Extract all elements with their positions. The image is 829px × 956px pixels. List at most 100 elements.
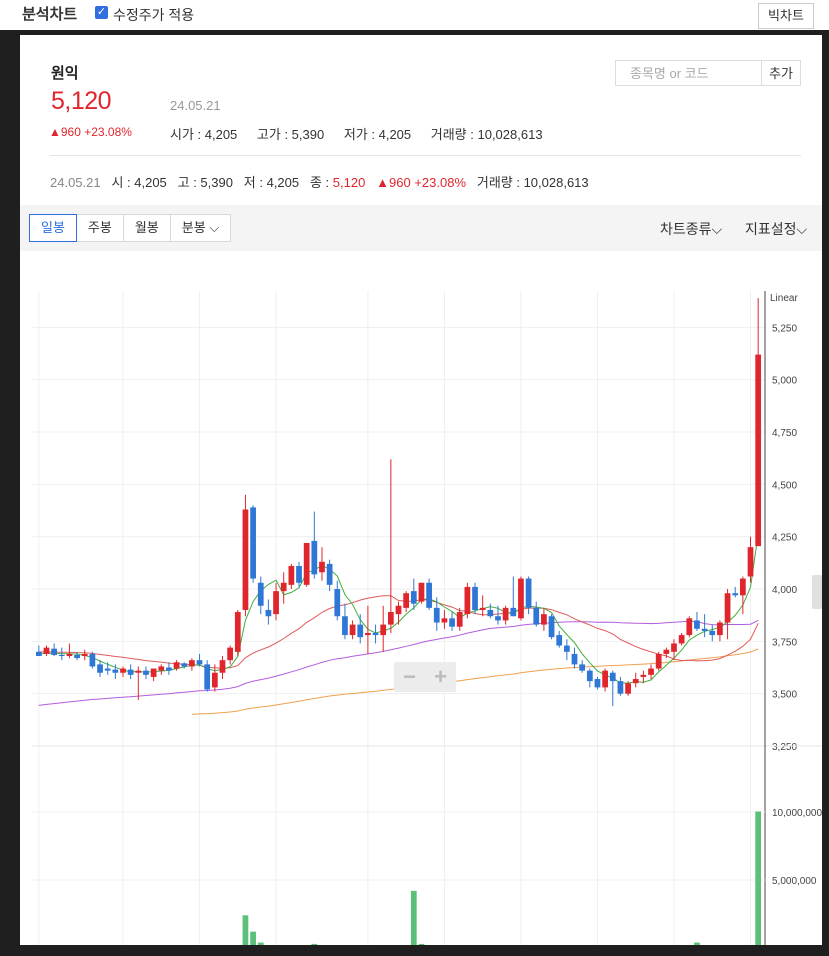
candle-body (602, 670, 608, 688)
candle-body (495, 616, 501, 621)
candle-body (234, 612, 241, 652)
candle-body (326, 563, 333, 585)
candle-body (120, 668, 126, 673)
chevron-down-icon: ⌵ (209, 220, 220, 235)
indicator-settings-dropdown[interactable]: 지표설정⌵ (745, 219, 807, 239)
trade-volume: 거래량 : 10,028,613 (430, 127, 543, 142)
add-stock-button[interactable]: 추가 (761, 60, 801, 86)
adjusted-price-checkbox[interactable]: ✓ (95, 6, 108, 19)
candle-body (709, 630, 716, 636)
candle-body (280, 582, 287, 592)
price-tick-label: 4,250 (772, 533, 797, 544)
period-tabs: 일봉 주봉 월봉 분봉 ⌵ (29, 214, 232, 242)
candle-body (319, 561, 325, 573)
stock-name: 원익 (51, 65, 79, 82)
candle-body (257, 582, 264, 606)
side-scroll-handle[interactable] (812, 575, 822, 609)
stock-search-input[interactable]: 종목명 or 코드 (615, 60, 762, 86)
chevron-down-icon: ⌵ (796, 221, 808, 237)
volume-tick-label: 0 (772, 944, 778, 945)
candle-body (609, 672, 616, 682)
candle-body (732, 593, 739, 596)
volume-bar (250, 931, 256, 945)
daily-low: 저 : 4,205 (243, 175, 300, 190)
tab-weekly[interactable]: 주봉 (75, 214, 124, 242)
candle-body (104, 668, 111, 671)
candle-body (502, 607, 509, 621)
candle-body (89, 653, 96, 667)
candle-body (51, 648, 58, 655)
candle-body (533, 607, 540, 625)
candle-body (58, 654, 65, 656)
tab-daily[interactable]: 일봉 (29, 214, 77, 242)
candle-body (464, 586, 471, 615)
volume-bar (694, 942, 700, 945)
zoom-in-button[interactable]: + (425, 662, 456, 692)
candle-body (548, 616, 555, 638)
volume-bar (410, 890, 417, 945)
volume-bar (755, 811, 762, 945)
volume-bar (418, 943, 425, 945)
adjusted-price-label[interactable]: 수정주가 적용 (113, 5, 194, 25)
candle-body (387, 612, 394, 625)
candle-body (173, 662, 180, 669)
candle-body (586, 670, 593, 682)
zoom-out-button[interactable]: − (394, 662, 425, 692)
candle-body (556, 635, 563, 646)
candle-body (701, 628, 708, 631)
candle-body (418, 582, 425, 602)
candle-body (518, 578, 524, 619)
candle-body (410, 591, 417, 604)
candle-body (296, 566, 302, 583)
candle-body (357, 624, 364, 638)
high-price: 고가 : 5,390 (256, 127, 325, 142)
daily-info: 24.05.21 시 : 4,205 고 : 5,390 저 : 4,205 종… (50, 172, 589, 191)
candle-body (694, 620, 700, 629)
candle-body (349, 624, 356, 636)
chart-type-dropdown[interactable]: 차트종류⌵ (660, 219, 722, 239)
tab-monthly[interactable]: 월봉 (122, 214, 171, 242)
price-date: 24.05.21 (170, 98, 221, 113)
candle-body (143, 670, 149, 675)
candle-body (66, 653, 73, 656)
candle-body (35, 651, 42, 656)
chart-panel: 원익 5,120 24.05.21 ▲960 +23.08% 시가 : 4,20… (20, 35, 822, 945)
price-tick-label: 5,250 (772, 323, 797, 334)
candle-body (655, 653, 662, 669)
candle-body (456, 612, 463, 627)
candle-body (640, 674, 647, 677)
volume-tick-label: 5,000,000 (772, 876, 817, 887)
price-tick-label: 4,000 (772, 585, 797, 596)
candle-body (158, 666, 165, 671)
candle-body (196, 660, 203, 665)
candle-body (43, 647, 50, 654)
candle-body (625, 683, 631, 694)
candle-body (594, 679, 601, 688)
tab-minute[interactable]: 분봉 ⌵ (169, 214, 232, 242)
candle-body (487, 609, 494, 617)
candle-body (380, 624, 387, 636)
chart-type-label: 차트종류 (660, 221, 712, 237)
indicator-settings-label: 지표설정 (745, 221, 797, 237)
candle-body (541, 614, 547, 625)
candle-body (747, 547, 754, 577)
candle-body (472, 586, 478, 610)
candle-body (365, 632, 371, 636)
candle-body (211, 672, 218, 688)
volume-tick-label: 10,000,000 (772, 808, 822, 819)
price-tick-label: 4,500 (772, 480, 797, 491)
top-bar: 분석차트 ✓ 수정주가 적용 빅차트 (0, 0, 829, 30)
candle-body (303, 542, 310, 585)
candle-body (403, 593, 410, 608)
divider (50, 155, 801, 156)
daily-date: 24.05.21 (50, 175, 101, 190)
candle-body (739, 578, 746, 596)
big-chart-button[interactable]: 빅차트 (758, 3, 814, 29)
candle-body (81, 653, 88, 656)
candle-body (671, 643, 677, 652)
candle-body (579, 664, 586, 671)
candle-body (265, 609, 272, 617)
volume-bar (257, 942, 264, 945)
candle-body (372, 632, 379, 636)
price-chart[interactable]: 5,250 5,000 4,750 4,500 4,250 4,000 3,750 3,500… (20, 251, 822, 945)
